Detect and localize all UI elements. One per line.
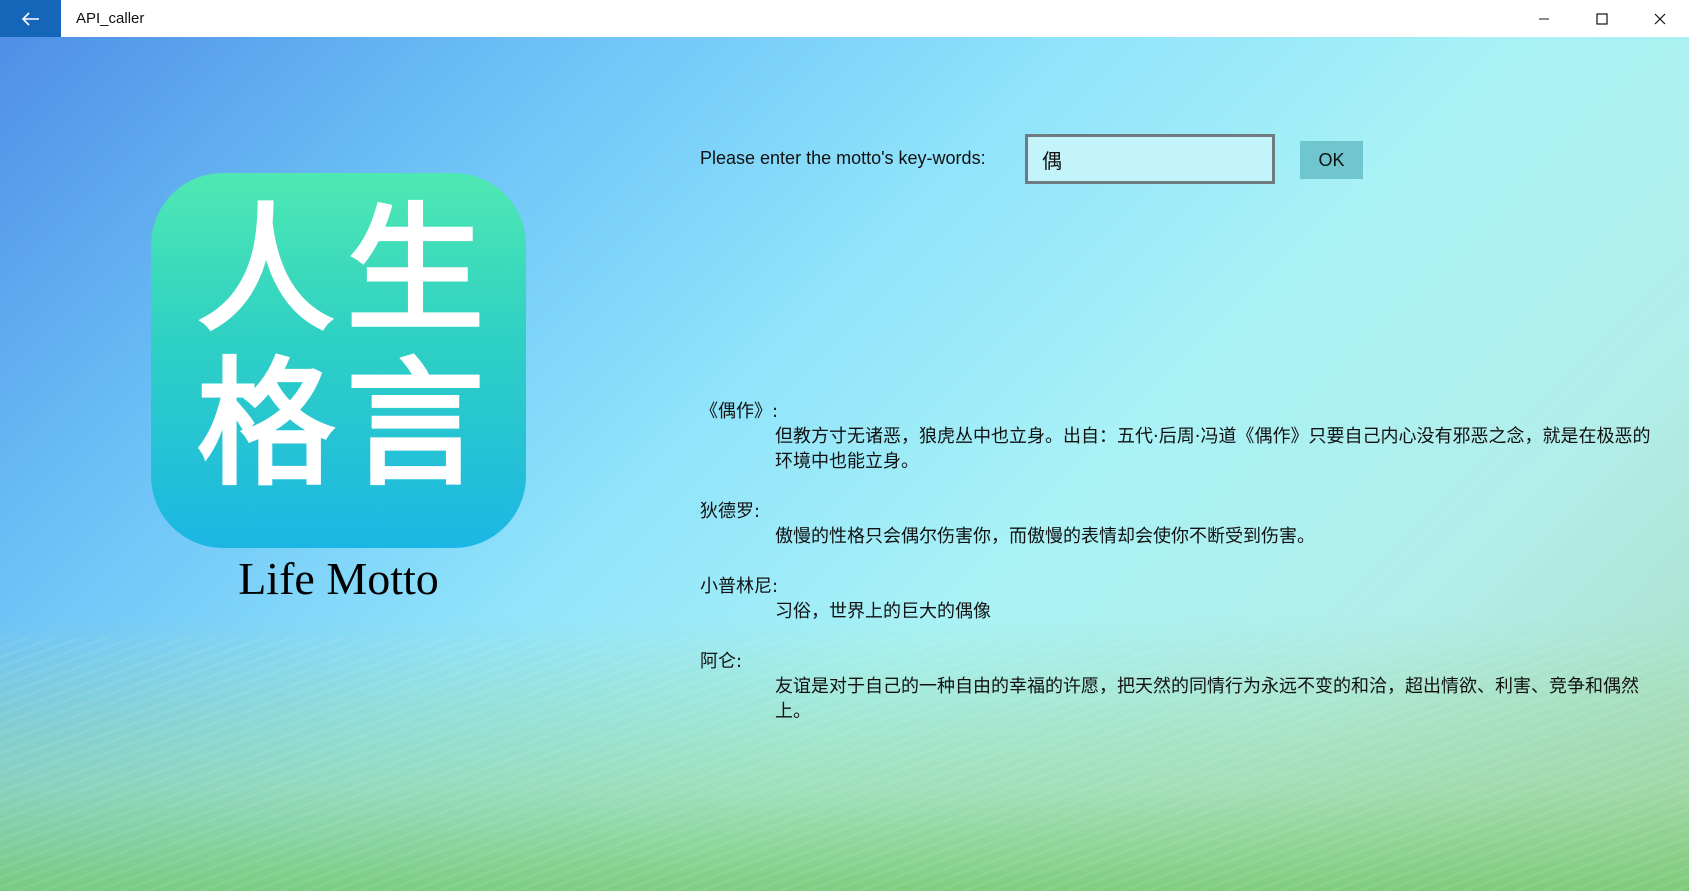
- close-icon: [1654, 13, 1666, 24]
- window-title: API_caller: [76, 10, 145, 27]
- logo-char: 生: [346, 188, 485, 351]
- arrow-left-icon: [21, 11, 39, 26]
- close-button[interactable]: [1631, 0, 1689, 37]
- result-author: 阿仑:: [700, 651, 743, 672]
- title-bar: API_caller: [0, 0, 1689, 38]
- ok-button[interactable]: OK: [1300, 141, 1363, 179]
- maximize-icon: [1596, 12, 1608, 25]
- result-text: 但教方寸无诸恶，狼虎丛中也立身。出自：五代·后周·冯道《偶作》只要自己内心没有邪…: [775, 426, 1651, 472]
- maximize-button[interactable]: [1573, 0, 1631, 37]
- app-logo: 人 生 格 言: [151, 173, 526, 548]
- result-text: 友谊是对于自己的一种自由的幸福的许愿，把天然的同情行为永远不变的和洽，超出情欲、…: [775, 676, 1639, 722]
- result-author: 狄德罗:: [700, 501, 761, 522]
- logo-caption: Life Motto: [238, 553, 439, 604]
- logo-char: 人: [196, 188, 335, 351]
- logo-char: 格: [196, 341, 335, 505]
- result-item: 狄德罗: 傲慢的性格只会偶尔伤害你，而傲慢的表情却会使你不断受到伤害。: [700, 499, 1660, 549]
- minimize-button[interactable]: [1515, 0, 1573, 37]
- logo-char: 言: [346, 341, 485, 505]
- result-author: 《偶作》:: [700, 401, 779, 422]
- result-text: 傲慢的性格只会偶尔伤害你，而傲慢的表情却会使你不断受到伤害。: [775, 526, 1315, 547]
- result-author: 小普林尼:: [700, 576, 779, 597]
- result-text: 习俗，世界上的巨大的偶像: [775, 601, 991, 622]
- app-content: 人 生 格 言 Life Motto Please enter the mott…: [0, 37, 1689, 891]
- result-item: 小普林尼: 习俗，世界上的巨大的偶像: [700, 574, 1660, 624]
- back-button[interactable]: [0, 0, 61, 37]
- results-list: 《偶作》: 但教方寸无诸恶，狼虎丛中也立身。出自：五代·后周·冯道《偶作》只要自…: [700, 399, 1660, 749]
- keyword-prompt-label: Please enter the motto's key-words:: [700, 148, 986, 168]
- result-item: 阿仑: 友谊是对于自己的一种自由的幸福的许愿，把天然的同情行为永远不变的和洽，超…: [700, 649, 1660, 724]
- result-item: 《偶作》: 但教方寸无诸恶，狼虎丛中也立身。出自：五代·后周·冯道《偶作》只要自…: [700, 399, 1660, 474]
- minimize-icon: [1539, 18, 1549, 19]
- keyword-input[interactable]: [1025, 134, 1275, 184]
